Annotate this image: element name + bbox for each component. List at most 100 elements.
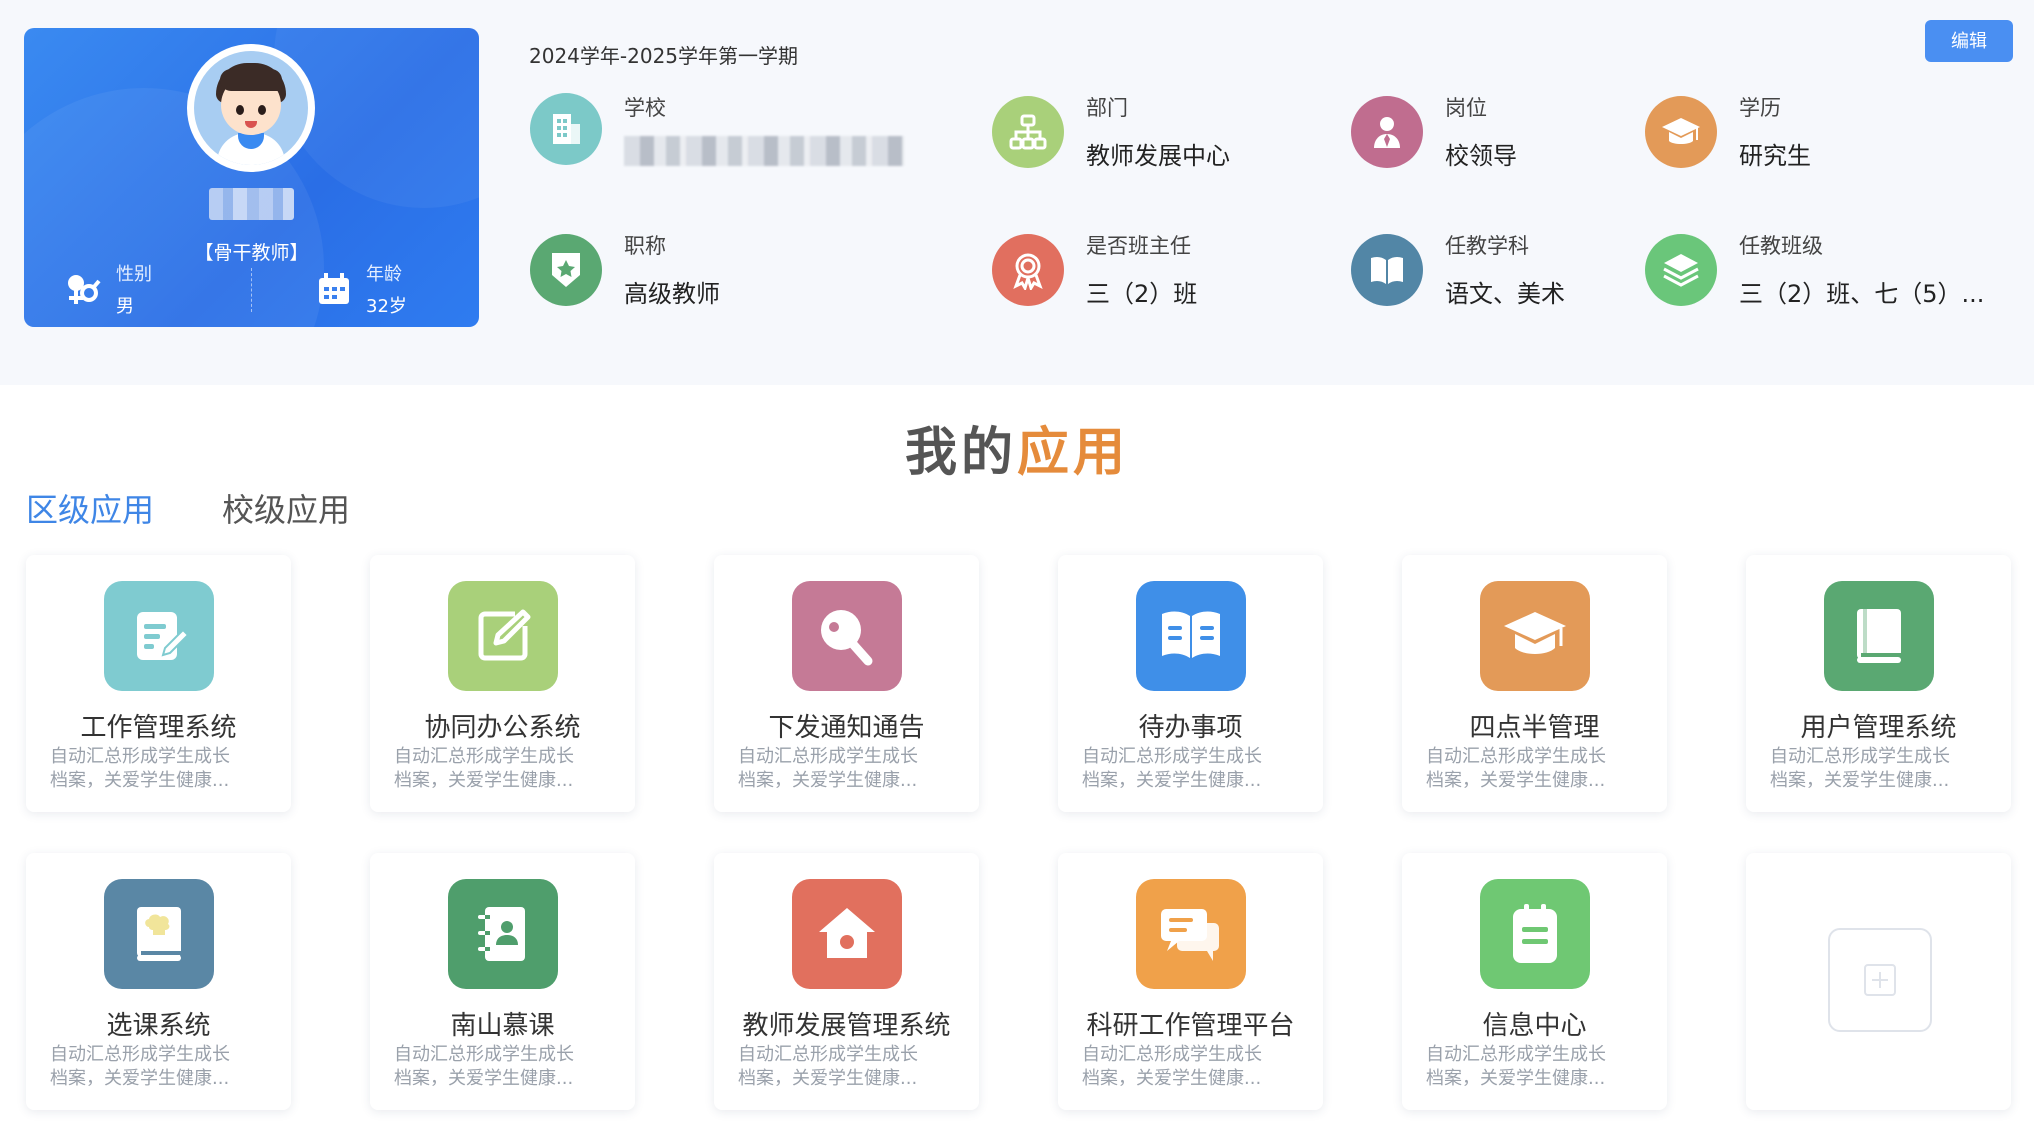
info-title: 职称 高级教师: [530, 230, 720, 309]
app-card-info-center[interactable]: 信息中心 自动汇总形成学生成长 档案，关爱学生健康...: [1402, 853, 1667, 1110]
app-description: 自动汇总形成学生成长 档案，关爱学生健康...: [1082, 1044, 1262, 1089]
teacher-name-redacted: [209, 188, 294, 220]
app-name: 教师发展管理系统: [742, 1011, 951, 1041]
classes-value: 三（2）班、七（5）...: [1739, 280, 1985, 308]
open-book-list-icon: [1136, 581, 1246, 691]
app-description: 自动汇总形成学生成长 档案，关爱学生健康...: [50, 746, 230, 791]
app-description: 自动汇总形成学生成长 档案，关爱学生健康...: [394, 746, 574, 791]
gender-info: 性别 男: [62, 260, 152, 318]
layers-icon: [1645, 233, 1717, 306]
info-education: 学历 研究生: [1645, 92, 1811, 171]
subjects-value: 语文、美术: [1445, 280, 1565, 308]
gender-label: 性别: [116, 264, 152, 285]
title-label: 职称: [624, 234, 666, 258]
open-book-icon: [1351, 233, 1423, 306]
education-value: 研究生: [1739, 142, 1811, 170]
app-name: 待办事项: [1138, 713, 1243, 743]
tab-school-apps[interactable]: 校级应用: [222, 485, 350, 531]
app-card-collaborative-office[interactable]: 协同办公系统 自动汇总形成学生成长 档案，关爱学生健康...: [370, 555, 635, 812]
subjects-label: 任教学科: [1445, 234, 1529, 258]
app-name: 协同办公系统: [424, 713, 581, 743]
contact-book-icon: [448, 879, 558, 989]
app-description: 自动汇总形成学生成长 档案，关爱学生健康...: [50, 1044, 230, 1089]
org-chart-icon: [992, 95, 1064, 168]
gender-value: 男: [116, 296, 134, 317]
app-card-after-school[interactable]: 四点半管理 自动汇总形成学生成长 档案，关爱学生健康...: [1402, 555, 1667, 812]
graduation-cap-icon: [1480, 581, 1590, 691]
info-classes: 任教班级 三（2）班、七（5）...: [1645, 230, 1984, 309]
my-apps-title-part1: 我的: [904, 423, 1017, 483]
title-value: 高级教师: [624, 280, 720, 308]
app-scope-tabs: 区级应用 校级应用: [26, 485, 350, 531]
app-card-mooc[interactable]: 南山慕课 自动汇总形成学生成长 档案，关爱学生健康...: [370, 853, 635, 1110]
calendar-icon: [319, 273, 349, 304]
info-head-teacher: 是否班主任 三（2）班: [992, 230, 1197, 309]
add-app-button[interactable]: [1828, 928, 1932, 1032]
star-badge-icon: [530, 233, 602, 306]
plus-icon: [1864, 964, 1896, 996]
app-name: 工作管理系统: [80, 713, 237, 743]
post-value: 校领导: [1445, 142, 1517, 170]
chef-book-icon: [104, 879, 214, 989]
department-label: 部门: [1086, 96, 1128, 120]
post-label: 岗位: [1445, 96, 1487, 120]
head-teacher-label: 是否班主任: [1086, 234, 1191, 258]
gender-icon: [68, 275, 101, 304]
app-name: 下发通知通告: [768, 713, 925, 743]
age-label: 年龄: [366, 264, 402, 285]
clipboard-icon: [1480, 879, 1590, 989]
app-name: 选课系统: [106, 1011, 211, 1041]
department-value: 教师发展中心: [1086, 142, 1230, 170]
age-info: 年龄 32岁: [316, 260, 407, 318]
app-card-work-management[interactable]: 工作管理系统 自动汇总形成学生成长 档案，关爱学生健康...: [26, 555, 291, 812]
book-icon: [1824, 581, 1934, 691]
app-card-user-management[interactable]: 用户管理系统 自动汇总形成学生成长 档案，关爱学生健康...: [1746, 555, 2011, 812]
profile-card: 【骨干教师】 性别 男 年龄 32岁: [24, 28, 479, 327]
tab-district-apps[interactable]: 区级应用: [26, 485, 154, 531]
graduation-cap-icon: [1645, 95, 1717, 168]
app-card-notifications[interactable]: 下发通知通告 自动汇总形成学生成长 档案，关爱学生健康...: [714, 555, 979, 812]
document-edit-icon: [104, 581, 214, 691]
age-value: 32岁: [366, 296, 407, 317]
app-description: 自动汇总形成学生成长 档案，关爱学生健康...: [738, 746, 918, 791]
info-subjects: 任教学科 语文、美术: [1351, 230, 1565, 309]
app-name: 科研工作管理平台: [1086, 1011, 1295, 1041]
building-icon: [530, 93, 602, 165]
avatar-illustration: [194, 51, 308, 165]
avatar[interactable]: [187, 44, 315, 172]
app-name: 四点半管理: [1469, 713, 1600, 743]
app-card-research-platform[interactable]: 科研工作管理平台 自动汇总形成学生成长 档案，关爱学生健康...: [1058, 853, 1323, 1110]
app-name: 用户管理系统: [1800, 713, 1957, 743]
edit-button[interactable]: 编辑: [1925, 20, 2013, 62]
app-card-todo[interactable]: 待办事项 自动汇总形成学生成长 档案，关爱学生健康...: [1058, 555, 1323, 812]
info-department: 部门 教师发展中心: [992, 92, 1230, 171]
school-name-redacted: [624, 136, 904, 166]
classes-label: 任教班级: [1739, 234, 1823, 258]
divider: [251, 268, 252, 312]
info-post: 岗位 校领导: [1351, 92, 1517, 171]
app-description: 自动汇总形成学生成长 档案，关爱学生健康...: [738, 1044, 918, 1089]
app-description: 自动汇总形成学生成长 档案，关爱学生健康...: [1426, 746, 1606, 791]
app-description: 自动汇总形成学生成长 档案，关爱学生健康...: [1082, 746, 1262, 791]
award-ribbon-icon: [992, 233, 1064, 306]
my-apps-title-part2: 应用: [1017, 423, 1130, 483]
app-description: 自动汇总形成学生成长 档案，关爱学生健康...: [394, 1044, 574, 1089]
head-teacher-value: 三（2）班: [1086, 280, 1198, 308]
person-tie-icon: [1351, 95, 1423, 168]
semester-label: 2024学年-2025学年第一学期: [529, 44, 799, 68]
add-app-card[interactable]: [1746, 853, 2011, 1110]
ping-pong-icon: [792, 581, 902, 691]
home-icon: [792, 879, 902, 989]
education-label: 学历: [1739, 96, 1781, 120]
app-card-course-selection[interactable]: 选课系统 自动汇总形成学生成长 档案，关爱学生健康...: [26, 853, 291, 1110]
app-description: 自动汇总形成学生成长 档案，关爱学生健康...: [1426, 1044, 1606, 1089]
info-school: 学校: [530, 92, 904, 166]
app-name: 南山慕课: [450, 1011, 555, 1041]
chat-bubbles-icon: [1136, 879, 1246, 989]
school-label: 学校: [624, 96, 666, 120]
app-card-teacher-development[interactable]: 教师发展管理系统 自动汇总形成学生成长 档案，关爱学生健康...: [714, 853, 979, 1110]
app-description: 自动汇总形成学生成长 档案，关爱学生健康...: [1770, 746, 1950, 791]
app-name: 信息中心: [1482, 1011, 1587, 1041]
pencil-square-icon: [448, 581, 558, 691]
my-apps-title: 我的应用: [0, 410, 2034, 485]
